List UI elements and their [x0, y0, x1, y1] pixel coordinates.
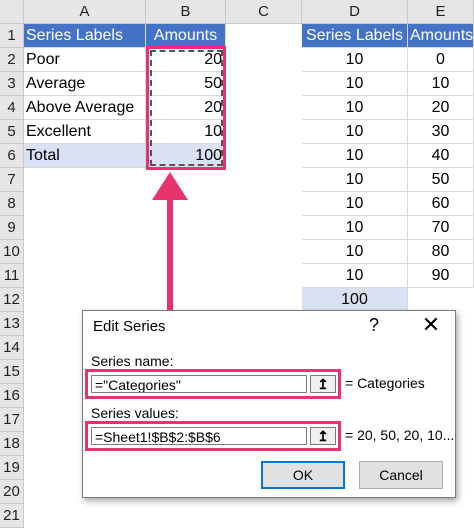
- edit-series-dialog: Edit Series ? ✕ Series name: ="Categorie…: [82, 310, 456, 498]
- ok-button[interactable]: OK: [261, 461, 345, 489]
- series-values-input[interactable]: =Sheet1!$B$2:$B$6: [91, 427, 307, 445]
- close-icon[interactable]: ✕: [419, 313, 443, 337]
- series-values-preview: = 20, 50, 20, 10...: [345, 427, 455, 443]
- series-name-label: Series name:: [91, 353, 174, 369]
- series-name-input[interactable]: ="Categories": [91, 375, 307, 393]
- series-name-preview: = Categories: [345, 375, 425, 391]
- collapse-dialog-icon[interactable]: ↥: [310, 427, 336, 445]
- series-name-highlight: ="Categories" ↥: [85, 369, 341, 399]
- collapse-dialog-icon[interactable]: ↥: [310, 375, 336, 393]
- series-values-label: Series values:: [91, 405, 179, 421]
- dialog-title: Edit Series: [93, 318, 166, 335]
- cancel-button[interactable]: Cancel: [359, 461, 443, 489]
- help-button[interactable]: ?: [369, 315, 379, 336]
- series-values-highlight: =Sheet1!$B$2:$B$6 ↥: [85, 421, 341, 451]
